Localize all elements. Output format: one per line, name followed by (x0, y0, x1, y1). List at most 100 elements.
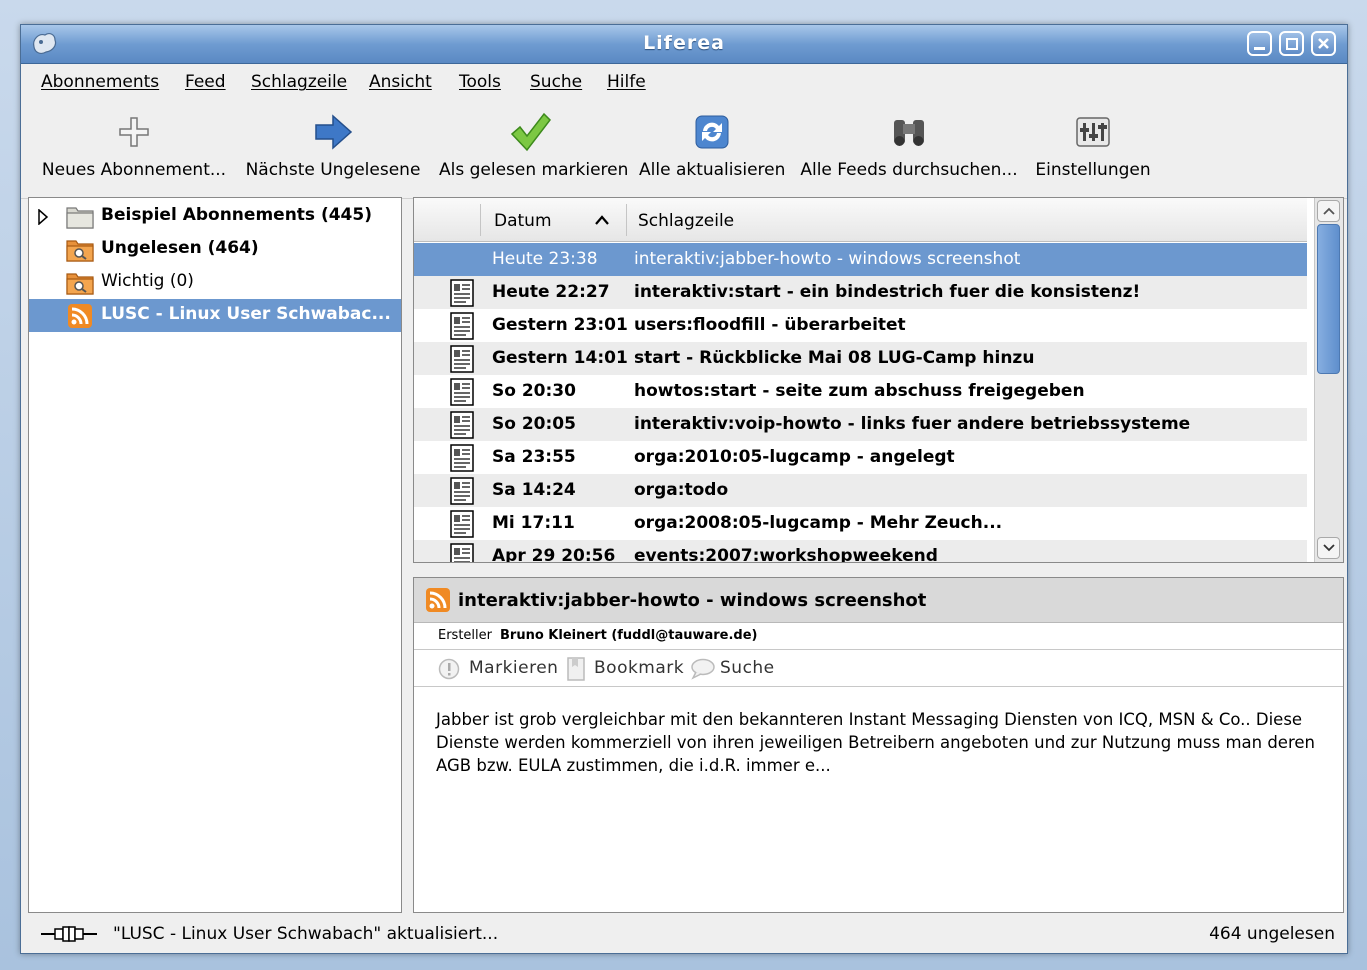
author-name: Bruno Kleinert (fuddl@tauware.de) (500, 628, 758, 643)
menu-suche[interactable]: Suche (530, 72, 582, 92)
title-bar[interactable]: Liferea (21, 25, 1347, 64)
rss-icon (68, 304, 92, 328)
bookmark-icon[interactable] (566, 657, 586, 681)
headline-row[interactable]: Mi 17:11 orga:2008:05-lugcamp - Mehr Zeu… (414, 507, 1307, 540)
feed-label: Wichtig (0) (101, 271, 194, 291)
column-header-headline[interactable]: Schlagzeile (638, 211, 734, 231)
headline-date: Heute 23:38 (492, 249, 598, 269)
headline-title: interaktiv:jabber-howto - windows screen… (634, 249, 1021, 269)
scroll-thumb[interactable] (1317, 224, 1340, 374)
settings-label: Einstellungen (1035, 160, 1151, 180)
mark-read-label: Als gelesen markieren (439, 160, 629, 180)
column-divider[interactable] (626, 204, 627, 236)
maximize-button[interactable] (1279, 31, 1304, 56)
close-icon (1318, 38, 1329, 49)
scroll-down-button[interactable] (1317, 537, 1340, 559)
chevron-down-icon (1322, 544, 1335, 552)
feed-list[interactable]: Beispiel Abonnements (445) Ungelesen (46… (28, 197, 402, 913)
headline-date: Sa 23:55 (492, 447, 576, 467)
menu-tools[interactable]: Tools (459, 72, 501, 92)
search-action[interactable]: Suche (720, 658, 775, 678)
update-all-label: Alle aktualisieren (639, 160, 786, 180)
menu-abonnements[interactable]: Abonnements (41, 72, 159, 92)
close-button[interactable] (1311, 31, 1336, 56)
column-divider (480, 204, 481, 236)
headline-row[interactable]: Heute 22:27 interaktiv:start - ein binde… (414, 276, 1307, 309)
feed-unread[interactable]: Ungelesen (464) (29, 233, 401, 266)
menu-hilfe[interactable]: Hilfe (607, 72, 646, 92)
search-folder-icon (66, 273, 94, 295)
arrow-right-icon (315, 114, 353, 150)
sort-ascending-icon[interactable] (594, 215, 610, 225)
headline-row[interactable]: Gestern 23:01 users:floodfill - überarbe… (414, 309, 1307, 342)
headline-date: Gestern 14:01 (492, 348, 628, 368)
unread-document-icon (450, 477, 474, 505)
headline-row[interactable]: Heute 23:38 interaktiv:jabber-howto - wi… (414, 243, 1307, 276)
mark-read-button[interactable]: Als gelesen markieren (439, 110, 629, 180)
rss-icon (426, 588, 450, 612)
menu-ansicht[interactable]: Ansicht (369, 72, 432, 92)
article-meta: Ersteller Bruno Kleinert (fuddl@tauware.… (414, 623, 1343, 650)
bookmark-action[interactable]: Bookmark (594, 658, 684, 678)
headline-row[interactable]: Sa 23:55 orga:2010:05-lugcamp - angelegt (414, 441, 1307, 474)
mark-action[interactable]: Markieren (469, 658, 558, 678)
speech-bubble-icon[interactable] (690, 658, 716, 680)
headline-row[interactable]: Apr 29 20:56 events:2007:workshopweekend (414, 540, 1307, 563)
headline-list[interactable]: Datum Schlagzeile Heute 23:38 interaktiv… (413, 197, 1344, 563)
search-folder-icon (66, 240, 94, 262)
binoculars-icon (894, 120, 924, 146)
update-all-button[interactable]: Alle aktualisieren (639, 110, 785, 180)
checkmark-icon (510, 112, 551, 152)
headline-row[interactable]: So 20:05 interaktiv:voip-howto - links f… (414, 408, 1307, 441)
unread-document-icon (450, 411, 474, 439)
headline-title: orga:todo (634, 480, 729, 500)
new-subscription-button[interactable]: Neues Abonnement... (39, 110, 229, 180)
headline-title: howtos:start - seite zum abschuss freige… (634, 381, 1085, 401)
headline-title: orga:2008:05-lugcamp - Mehr Zeuch... (634, 513, 1003, 533)
plus-icon (119, 117, 149, 147)
minimize-button[interactable] (1247, 31, 1272, 56)
scroll-up-button[interactable] (1317, 200, 1340, 222)
menu-bar: Abonnements Feed Schlagzeile Ansicht Too… (21, 64, 1347, 98)
maximize-icon (1286, 38, 1298, 50)
status-bar: "LUSC - Linux User Schwabach" aktualisie… (21, 917, 1347, 951)
menu-feed[interactable]: Feed (185, 72, 226, 92)
flag-icon[interactable] (438, 658, 460, 680)
unread-count: 464 ungelesen (1209, 924, 1335, 944)
headline-date: Apr 29 20:56 (492, 546, 616, 563)
search-all-button[interactable]: Alle Feeds durchsuchen... (799, 110, 1019, 180)
author-label: Ersteller (438, 628, 492, 643)
settings-button[interactable]: Einstellungen (1033, 110, 1153, 180)
article-title[interactable]: interaktiv:jabber-howto - windows screen… (458, 590, 926, 611)
feed-important[interactable]: Wichtig (0) (29, 266, 401, 299)
headline-title: events:2007:workshopweekend (634, 546, 938, 563)
unread-document-icon (450, 378, 474, 406)
headline-row[interactable]: Sa 14:24 orga:todo (414, 474, 1307, 507)
headline-date: So 20:30 (492, 381, 576, 401)
headline-title: interaktiv:start - ein bindestrich fuer … (634, 282, 1141, 302)
headline-title: users:floodfill - überarbeitet (634, 315, 906, 335)
headline-list-scrollbar[interactable] (1314, 198, 1343, 562)
menu-schlagzeile[interactable]: Schlagzeile (251, 72, 347, 92)
unread-document-icon (450, 510, 474, 538)
folder-icon (66, 207, 94, 229)
next-unread-button[interactable]: Nächste Ungelesene (243, 110, 423, 180)
unread-document-icon (450, 444, 474, 472)
column-header-date[interactable]: Datum (494, 211, 552, 231)
search-all-label: Alle Feeds durchsuchen... (800, 160, 1018, 180)
list-header: Datum Schlagzeile (414, 198, 1307, 242)
refresh-icon (695, 115, 729, 149)
online-plug-icon[interactable] (41, 926, 97, 942)
headline-row[interactable]: Gestern 14:01 start - Rückblicke Mai 08 … (414, 342, 1307, 375)
feed-lusc[interactable]: LUSC - Linux User Schwabac... (29, 299, 401, 332)
headline-date: So 20:05 (492, 414, 576, 434)
unread-document-icon (450, 345, 474, 373)
next-unread-label: Nächste Ungelesene (245, 160, 421, 180)
unread-document-icon (450, 312, 474, 340)
article-view[interactable]: interaktiv:jabber-howto - windows screen… (413, 577, 1344, 913)
chevron-up-icon (1322, 207, 1335, 215)
expander-icon[interactable] (37, 209, 49, 225)
feed-folder-beispiel[interactable]: Beispiel Abonnements (445) (29, 200, 401, 233)
headline-row[interactable]: So 20:30 howtos:start - seite zum abschu… (414, 375, 1307, 408)
minimize-icon (1254, 47, 1265, 50)
